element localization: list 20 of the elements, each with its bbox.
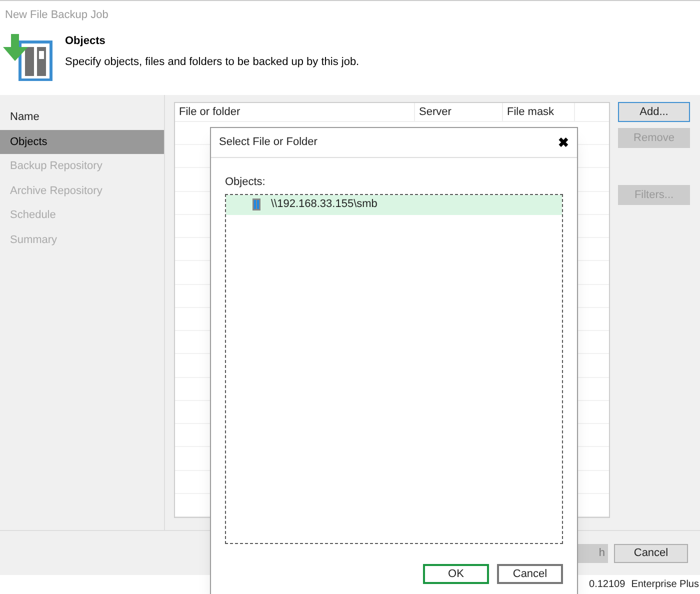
server-icon	[252, 198, 261, 211]
window-title: New File Backup Job	[5, 8, 108, 24]
dialog-title: Select File or Folder	[219, 135, 318, 150]
page-description: Specify objects, files and folders to be backed up by this job.	[65, 54, 360, 70]
close-button[interactable]: ✖	[558, 136, 569, 149]
object-row[interactable]: \\192.168.33.155\smb	[226, 194, 562, 214]
action-button[interactable]: Add...	[618, 102, 690, 122]
wizard-step[interactable]: Objects	[0, 130, 164, 154]
dialog-button[interactable]: Cancel	[497, 564, 563, 584]
column-header[interactable]: File mask	[503, 103, 575, 121]
object-path: \\192.168.33.155\smb	[271, 197, 378, 212]
footer-button[interactable]: Cancel	[614, 544, 688, 562]
objects-label: Objects:	[225, 175, 266, 190]
dialog-button[interactable]: OK	[423, 564, 489, 584]
page-heading: Objects	[65, 34, 106, 49]
status-text: Enterprise Plus	[631, 578, 699, 592]
wizard-step[interactable]: Name	[0, 105, 164, 130]
column-header[interactable]: Server	[415, 103, 503, 121]
column-header[interactable]: File or folder	[175, 103, 415, 121]
status-text: 0.12109	[589, 578, 626, 592]
